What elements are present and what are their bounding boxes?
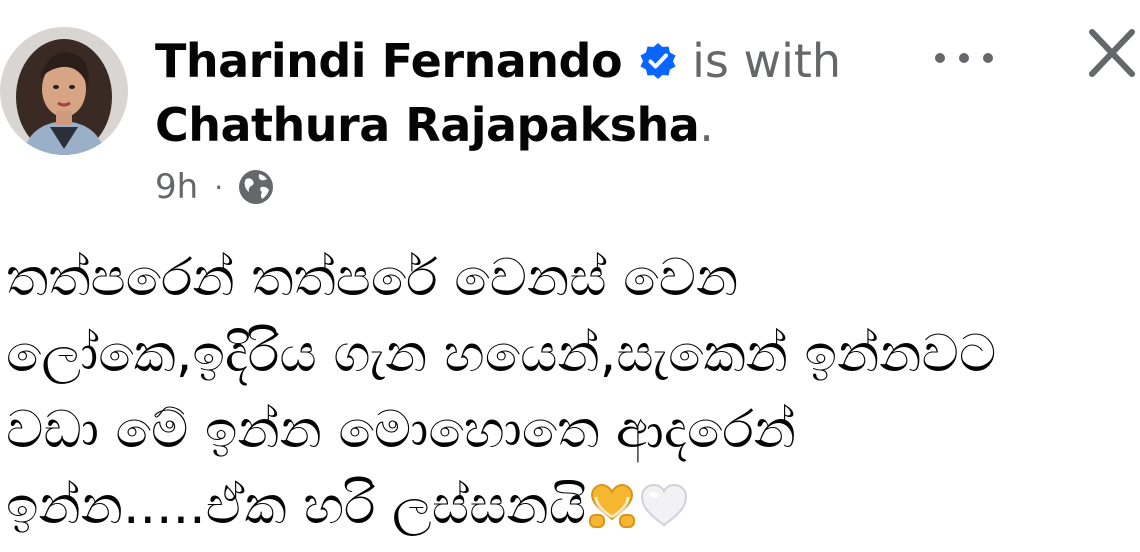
post-text-line: ලෝකෙ,ඉදිරිය ගැන හයෙන්,සැකෙන් ඉන්නවට xyxy=(6,324,997,384)
post-header-line-2: Chathura Rajapaksha . xyxy=(155,92,714,158)
post-text-line-last: ඉන්න.....ඒක හරි ලස්සනයි xyxy=(6,468,1126,544)
white-heart-emoji xyxy=(638,476,690,528)
author-name[interactable]: Tharindi Fernando xyxy=(155,34,623,88)
more-options-icon xyxy=(935,53,993,63)
globe-icon[interactable] xyxy=(237,168,275,206)
post-text: තත්පරෙන් තත්පරේ වෙනස් වෙන ලෝකෙ,ඉදිරිය ගැ… xyxy=(6,240,1126,544)
more-options-button[interactable] xyxy=(926,38,1002,78)
post-text-line-content: ඉන්න.....ඒක හරි ලස්සනයි xyxy=(6,476,587,536)
post-text-line: වඩා මේ ඉන්න මොහොතෙ ආදරෙන් xyxy=(6,400,797,460)
close-icon xyxy=(1089,29,1135,77)
author-avatar[interactable] xyxy=(0,27,128,155)
heart-hands-emoji xyxy=(586,476,638,528)
meta-separator: · xyxy=(214,170,224,204)
is-with-text: is with xyxy=(692,34,842,88)
tagged-person-name[interactable]: Chathura Rajapaksha xyxy=(155,98,700,152)
post-text-line: තත්පරෙන් තත්පරේ වෙනස් වෙන xyxy=(6,248,739,308)
verified-badge-icon xyxy=(638,41,678,81)
post-meta: 9h · xyxy=(155,164,275,210)
post-timestamp[interactable]: 9h xyxy=(155,167,198,207)
close-button[interactable] xyxy=(1082,22,1140,82)
tagged-suffix: . xyxy=(699,98,714,152)
post-header-line-1: Tharindi Fernando is with xyxy=(155,28,841,94)
